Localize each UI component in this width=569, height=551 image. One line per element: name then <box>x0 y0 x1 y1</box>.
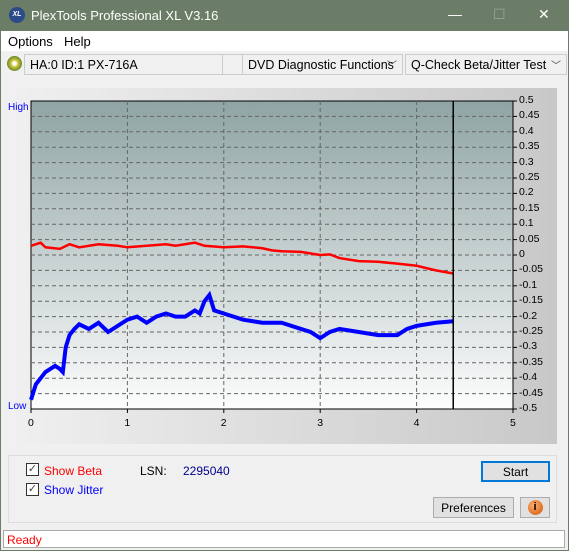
show-jitter-label[interactable]: Show Jitter <box>44 483 103 497</box>
high-label: High <box>8 102 29 113</box>
y-tick-label: -0.1 <box>519 278 538 291</box>
x-tick-label: 3 <box>317 417 324 429</box>
status-bar: Ready <box>3 530 565 548</box>
show-beta-checkbox[interactable]: ✓ <box>26 463 39 476</box>
y-tick-label: -0.4 <box>519 371 538 384</box>
y-tick-label: 0.45 <box>519 109 540 122</box>
y-tick-label: 0.5 <box>519 94 534 106</box>
preferences-button[interactable]: Preferences <box>433 497 514 518</box>
y-tick-label: 0.4 <box>519 124 534 137</box>
show-beta-label[interactable]: Show Beta <box>44 464 102 478</box>
y-tick-label: -0.35 <box>519 355 543 368</box>
x-tick-label: 0 <box>28 417 34 429</box>
y-tick-label: 0.2 <box>519 186 534 199</box>
y-tick-label: 0.25 <box>519 171 540 183</box>
y-tick-label: -0.15 <box>519 294 543 307</box>
start-button[interactable]: Start <box>481 461 550 482</box>
y-tick-label: -0.45 <box>519 386 543 399</box>
y-tick-label: 0.05 <box>519 232 540 245</box>
show-jitter-checkbox[interactable]: ✓ <box>26 483 39 496</box>
lsn-value: 2295040 <box>183 464 230 478</box>
status-text: Ready <box>7 533 42 547</box>
x-tick-label: 4 <box>413 417 420 429</box>
y-tick-label: -0.3 <box>519 340 538 353</box>
y-tick-label: 0.15 <box>519 201 540 214</box>
x-tick-label: 5 <box>510 417 516 429</box>
x-tick-label: 2 <box>220 417 227 429</box>
y-tick-label: 0.35 <box>519 140 540 153</box>
info-icon: i <box>527 500 543 515</box>
y-tick-label: -0.25 <box>519 325 543 337</box>
y-tick-label: 0.1 <box>519 217 534 230</box>
y-tick-label: -0.05 <box>519 263 543 276</box>
info-button[interactable]: i <box>520 497 550 518</box>
x-tick-label: 1 <box>124 417 131 429</box>
y-tick-label: 0.3 <box>519 155 534 168</box>
y-tick-label: -0.5 <box>519 402 538 414</box>
lsn-label: LSN: <box>140 464 167 478</box>
y-tick-label: 0 <box>519 248 525 260</box>
y-tick-label: -0.2 <box>519 309 538 322</box>
low-label: Low <box>8 401 27 412</box>
